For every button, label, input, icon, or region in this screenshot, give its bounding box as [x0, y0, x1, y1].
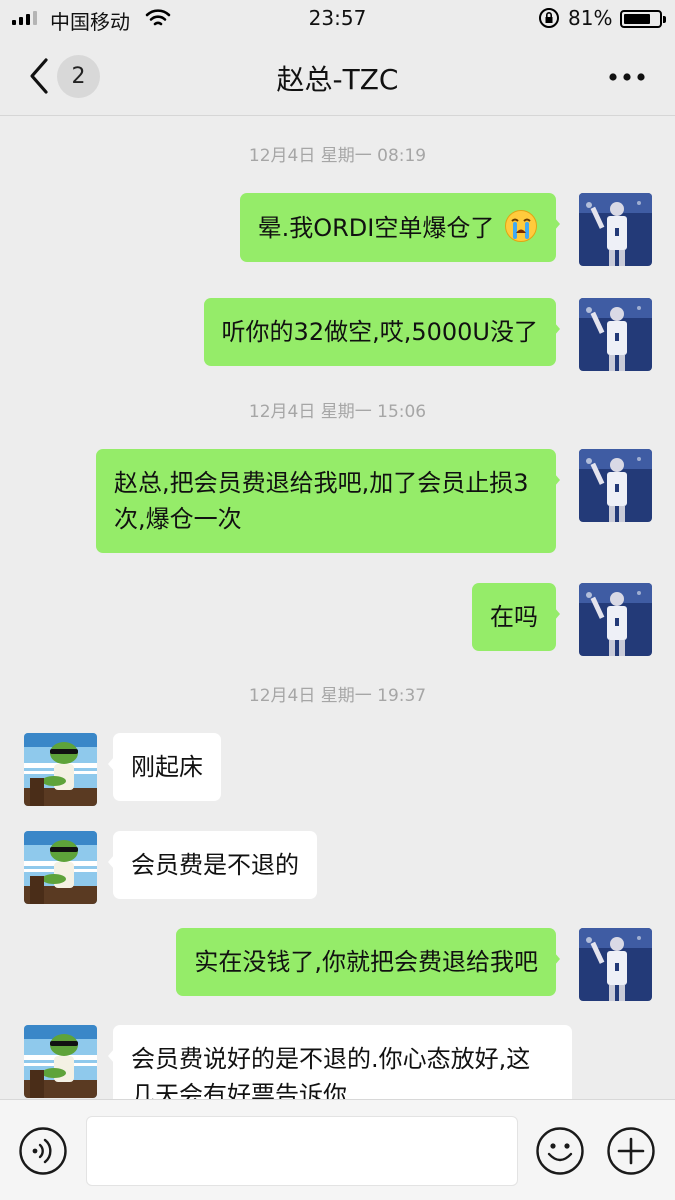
timestamp: 12月4日 星期一 19:37 — [248, 686, 427, 706]
signal-icon — [12, 11, 37, 25]
crying-emoji-icon — [505, 210, 537, 242]
message-text: 会员费是不退的 — [131, 851, 299, 879]
unread-count-badge[interactable]: 2 — [57, 55, 100, 98]
sent-message[interactable]: 赵总,把会员费退给我吧,加了会员止损3次,爆仓一次 — [96, 449, 560, 553]
timestamp: 12月4日 星期一 08:19 — [248, 146, 427, 166]
message-input[interactable] — [86, 1116, 518, 1186]
my-avatar[interactable] — [579, 928, 652, 1001]
sent-message[interactable]: 晕.我ORDI空单爆仓了 — [239, 193, 561, 262]
message-text: 实在没钱了,你就把会费退给我吧 — [194, 948, 538, 976]
emoji-icon[interactable] — [535, 1126, 585, 1176]
my-avatar[interactable] — [579, 583, 652, 656]
message-text: 赵总,把会员费退给我吧,加了会员止损3次,爆仓一次 — [114, 469, 529, 533]
message-text: 在吗 — [490, 603, 538, 631]
contact-avatar[interactable] — [24, 1025, 97, 1098]
message-text: 刚起床 — [131, 753, 203, 781]
more-dots-icon[interactable] — [603, 65, 651, 89]
carrier-label: 中国移动 — [50, 10, 130, 34]
received-message[interactable]: 会员费说好的是不退的.你心态放好,这几天会有好票告诉你 — [108, 1025, 572, 1099]
message-text: 会员费说好的是不退的.你心态放好,这几天会有好票告诉你 — [131, 1045, 531, 1099]
battery-icon — [620, 10, 666, 28]
my-avatar[interactable] — [579, 449, 652, 522]
chat-header: 2 赵总-TZC — [0, 38, 675, 116]
my-avatar[interactable] — [579, 193, 652, 266]
sent-message[interactable]: 听你的32做空,哎,5000U没了 — [203, 298, 561, 366]
my-avatar[interactable] — [579, 298, 652, 371]
chat-title: 赵总-TZC — [276, 63, 399, 96]
message-text: 听你的32做空,哎,5000U没了 — [221, 318, 538, 346]
input-bar — [0, 1099, 675, 1200]
message-text: 晕.我ORDI空单爆仓了 — [257, 214, 495, 242]
message-list[interactable]: 12月4日 星期一 08:19 晕.我ORDI空单爆仓了 听你的32做空,哎,5… — [0, 117, 675, 1099]
sent-message[interactable]: 实在没钱了,你就把会费退给我吧 — [176, 928, 560, 996]
battery-percent: 81% — [568, 6, 613, 30]
chevron-left-icon[interactable] — [24, 56, 56, 96]
sent-message[interactable]: 在吗 — [472, 583, 560, 651]
received-message[interactable]: 刚起床 — [108, 733, 221, 801]
contact-avatar[interactable] — [24, 831, 97, 904]
status-bar: 中国移动 23:57 81% — [0, 0, 675, 38]
contact-avatar[interactable] — [24, 733, 97, 806]
voice-icon[interactable] — [18, 1126, 68, 1176]
received-message[interactable]: 会员费是不退的 — [108, 831, 317, 899]
wifi-icon — [145, 9, 171, 26]
rotation-lock-icon — [539, 8, 559, 28]
plus-icon[interactable] — [606, 1126, 656, 1176]
timestamp: 12月4日 星期一 15:06 — [248, 402, 427, 422]
